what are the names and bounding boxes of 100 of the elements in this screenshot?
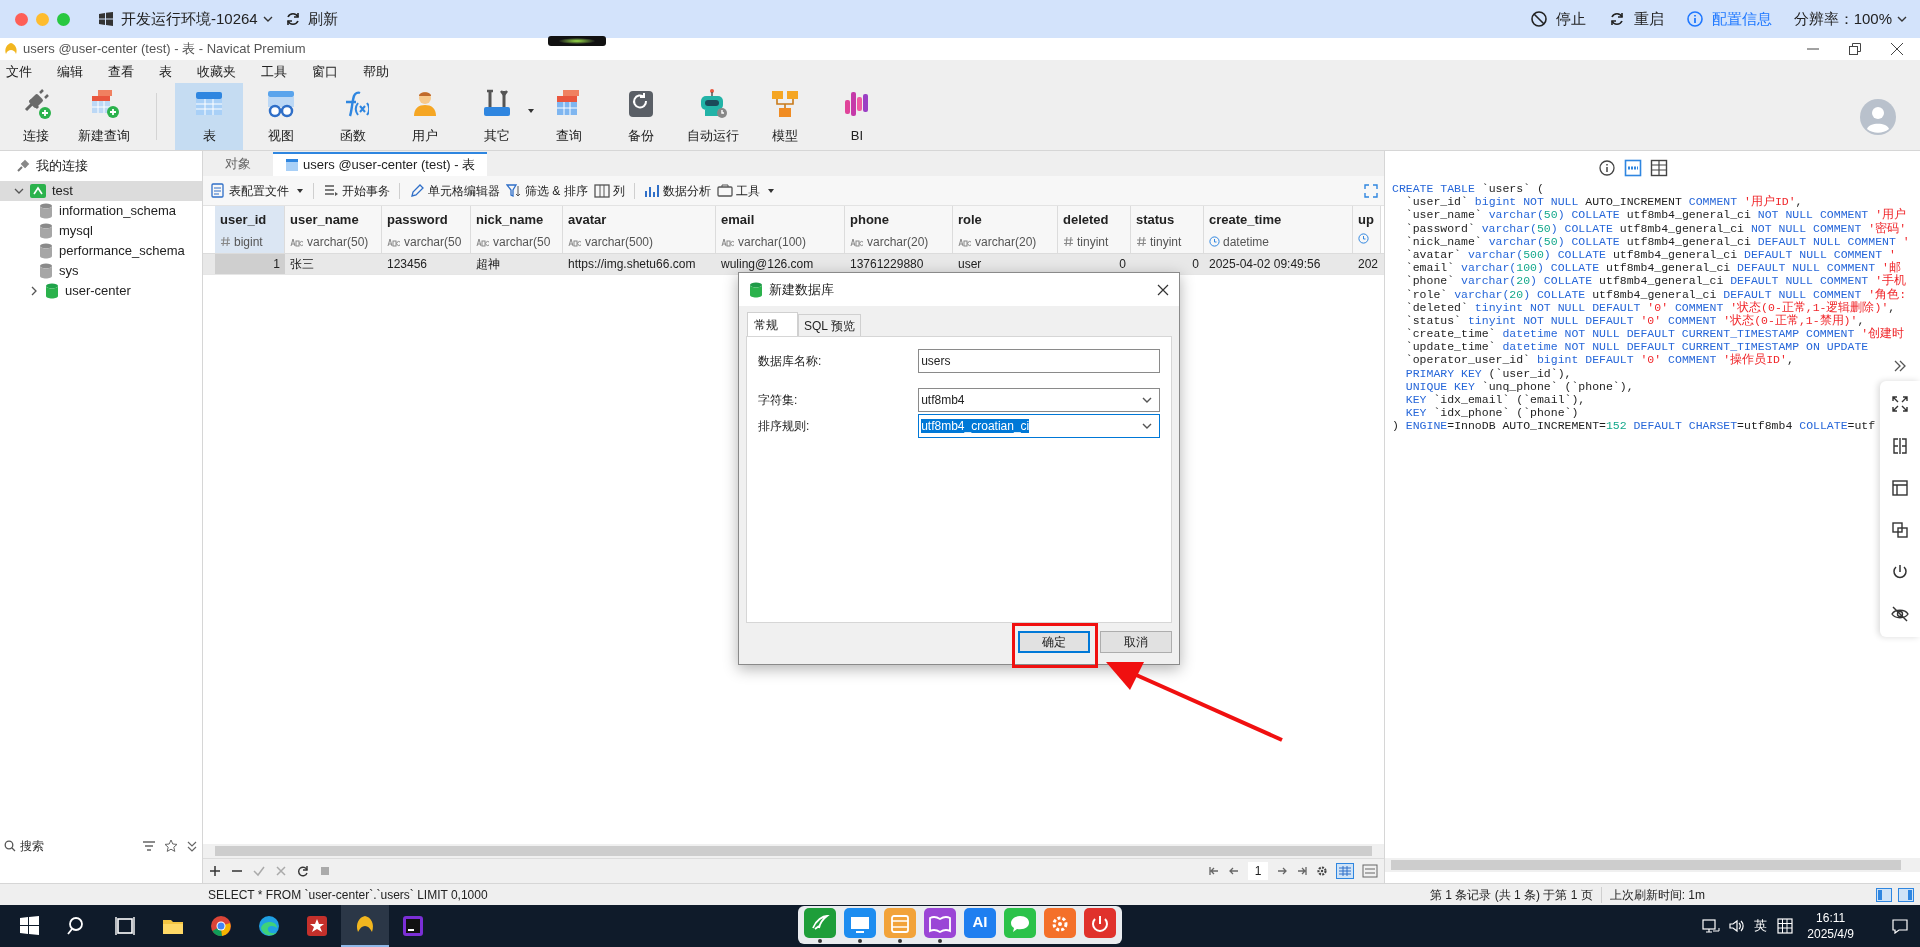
input-language[interactable]: 英 [1754, 916, 1768, 936]
code-line: `email` varchar(100) COLLATE utf8mb4_general_ci DEFAULT NULL COMMENT '邮 [1404, 261, 1901, 275]
menu-item[interactable]: 收藏夹 [197, 61, 236, 82]
menu-item[interactable]: 编辑 [57, 61, 83, 82]
dialog-tab[interactable]: 常规 [747, 312, 798, 336]
column-header[interactable]: password varchar(50 [382, 206, 471, 253]
toolbar-button[interactable]: 自动运行 [679, 83, 747, 150]
code-line: PRIMARY KEY (`user_id`), [1404, 366, 1572, 380]
dialog-button[interactable]: 确定 [1018, 631, 1090, 653]
column-name: status [1136, 211, 1176, 229]
table-cell-text: 0 [1191, 256, 1200, 273]
environment-dropdown[interactable]: 开发运行环境-10264 [121, 7, 274, 31]
column-name: email [721, 211, 756, 229]
column-header[interactable]: deleted tinyint [1058, 206, 1131, 253]
input-field[interactable]: users [918, 349, 1160, 373]
field-label: 字符集: [758, 392, 799, 409]
toolbar-button[interactable]: 模型 [751, 83, 819, 150]
column-type: varchar(20) [975, 233, 1037, 251]
refresh-button[interactable]: 刷新 [283, 7, 338, 31]
table-toolbar-button[interactable]: 列 [590, 181, 628, 200]
code-line: `user_name` varchar(50) COLLATE utf8mb4_general_ci NOT NULL COMMENT '用户 [1404, 208, 1907, 222]
field-label: 排序规则: [758, 418, 811, 435]
table-cell-text: 2025-04-02 09:49:56 [1208, 256, 1322, 273]
column-header[interactable]: user_id bigint [215, 206, 285, 253]
column-name: avatar [568, 211, 608, 229]
table-cell-text: 张三 [289, 256, 315, 273]
column-name: password [387, 211, 449, 229]
tree-item[interactable]: information_schema [0, 201, 202, 221]
toolbar-button[interactable]: 表 [175, 83, 243, 150]
stop-button[interactable]: 停止 [1529, 7, 1586, 31]
tree-item[interactable]: performance_schema [0, 241, 202, 261]
menu-item[interactable]: 文件 [6, 61, 32, 82]
code-line: `update_time` datetime NOT NULL DEFAULT CURRENT_TIMESTAMP ON UPDATE [1404, 340, 1869, 354]
column-header[interactable]: role varchar(20) [953, 206, 1058, 253]
table-cell-text: 13761229880 [849, 256, 925, 273]
menu-item[interactable]: 帮助 [363, 61, 389, 82]
clock-date[interactable]: 2025/4/9 [1807, 926, 1854, 942]
column-name: nick_name [476, 211, 545, 229]
column-header[interactable]: avatar varchar(500) [563, 206, 716, 253]
toolbar-button[interactable]: 其它 [463, 83, 531, 150]
tab[interactable]: users @user-center (test) - 表 [273, 152, 488, 176]
toolbar-button[interactable]: 新建查询 [70, 83, 138, 150]
tree-item[interactable]: mysql [0, 221, 202, 241]
dock-app[interactable]: AI [964, 907, 996, 938]
column-name: create_time [1209, 211, 1283, 229]
table-toolbar-button[interactable]: 单元格编辑器 [406, 181, 503, 200]
menu-item[interactable]: 窗口 [312, 61, 338, 82]
column-header[interactable]: phone varchar(20) [845, 206, 953, 253]
code-line: `operator_user_id` bigint DEFAULT '0' COMMENT '操作员ID', [1404, 353, 1794, 367]
code-line: `user_id` bigint NOT NULL AUTO_INCREMENT COMMENT '用户ID', [1404, 195, 1803, 209]
table-toolbar-button[interactable]: 工具 [713, 181, 778, 200]
code-line: `phone` varchar(20) COLLATE utf8mb4_general_ci DEFAULT NULL COMMENT '手机 [1404, 274, 1907, 288]
tree-item[interactable]: test [0, 181, 202, 201]
column-type: varchar(500) [585, 233, 654, 251]
resolution-dropdown[interactable]: 分辨率：100% [1793, 7, 1908, 31]
toolbar-button[interactable]: 函数 [319, 83, 387, 150]
toolbar-button[interactable]: 查询 [535, 83, 603, 150]
window-title: users @user-center (test) - 表 - Navicat Premium [23, 40, 306, 59]
table-toolbar-button[interactable]: 数据分析 [640, 181, 714, 200]
page-field[interactable]: 1 [1248, 862, 1268, 880]
table-row[interactable]: 1 张三 123456 超神 https://img.shetu66.com wuling@126.com 13761229880 user 0 0 2025-04-02 09:49:56 202 [203, 254, 1384, 275]
column-header[interactable]: status tinyint [1131, 206, 1204, 253]
toolbar-button[interactable]: BI [823, 83, 891, 150]
table-cell-text: 0 [1118, 256, 1127, 273]
table-cell-text: 202 [1357, 256, 1380, 273]
toolbar-button[interactable]: 备份 [607, 83, 675, 150]
table-cell: 1 [215, 254, 285, 274]
column-type: varchar(100) [738, 233, 807, 251]
toolbar-button[interactable]: 视图 [247, 83, 315, 150]
column-header[interactable]: user_name varchar(50) [285, 206, 382, 253]
column-header[interactable]: email varchar(100) [716, 206, 845, 253]
toolbar-button[interactable]: 用户 [391, 83, 459, 150]
menu-item[interactable]: 查看 [108, 61, 134, 82]
table-toolbar-button[interactable]: 表配置文件 [207, 181, 307, 200]
dialog-tab[interactable]: SQL 预览 [798, 314, 861, 336]
table-toolbar-button[interactable]: 筛选 & 排序 [503, 181, 591, 200]
toolbar-button[interactable]: 连接 [2, 83, 70, 150]
code-line: `password` varchar(50) COLLATE utf8mb4_general_ci NOT NULL COMMENT '密码' [1404, 221, 1907, 235]
clock-time[interactable]: 16:11 [1816, 910, 1846, 926]
column-header[interactable]: nick_name varchar(50 [471, 206, 563, 253]
tree-item[interactable]: sys [0, 261, 202, 281]
dialog-button[interactable]: 取消 [1100, 631, 1172, 653]
column-type: bigint [234, 233, 263, 251]
column-type: tinyint [1077, 233, 1109, 251]
tree-item[interactable]: user-center [0, 281, 202, 301]
column-type: varchar(20) [867, 233, 929, 251]
dialog-title: 新建数据库 [769, 280, 834, 299]
code-line: KEY `idx_phone` (`phone`) [1404, 406, 1579, 420]
menu-item[interactable]: 工具 [261, 61, 287, 82]
table-cell-text: wuling@126.com [720, 256, 815, 273]
dropdown-field[interactable]: utf8mb4_croatian_ci [918, 414, 1160, 438]
search-field[interactable]: 搜索 [20, 837, 116, 855]
column-header[interactable]: create_time datetime [1204, 206, 1353, 253]
menu-item[interactable]: 表 [159, 61, 172, 82]
dropdown-field[interactable]: utf8mb4 [918, 388, 1160, 412]
column-type: varchar(50) [307, 233, 369, 251]
column-type: datetime [1223, 233, 1270, 251]
column-header[interactable]: up [1353, 206, 1381, 253]
table-toolbar-button[interactable]: 开始事务 [320, 181, 393, 200]
restart-button[interactable]: 重启 [1607, 7, 1664, 31]
